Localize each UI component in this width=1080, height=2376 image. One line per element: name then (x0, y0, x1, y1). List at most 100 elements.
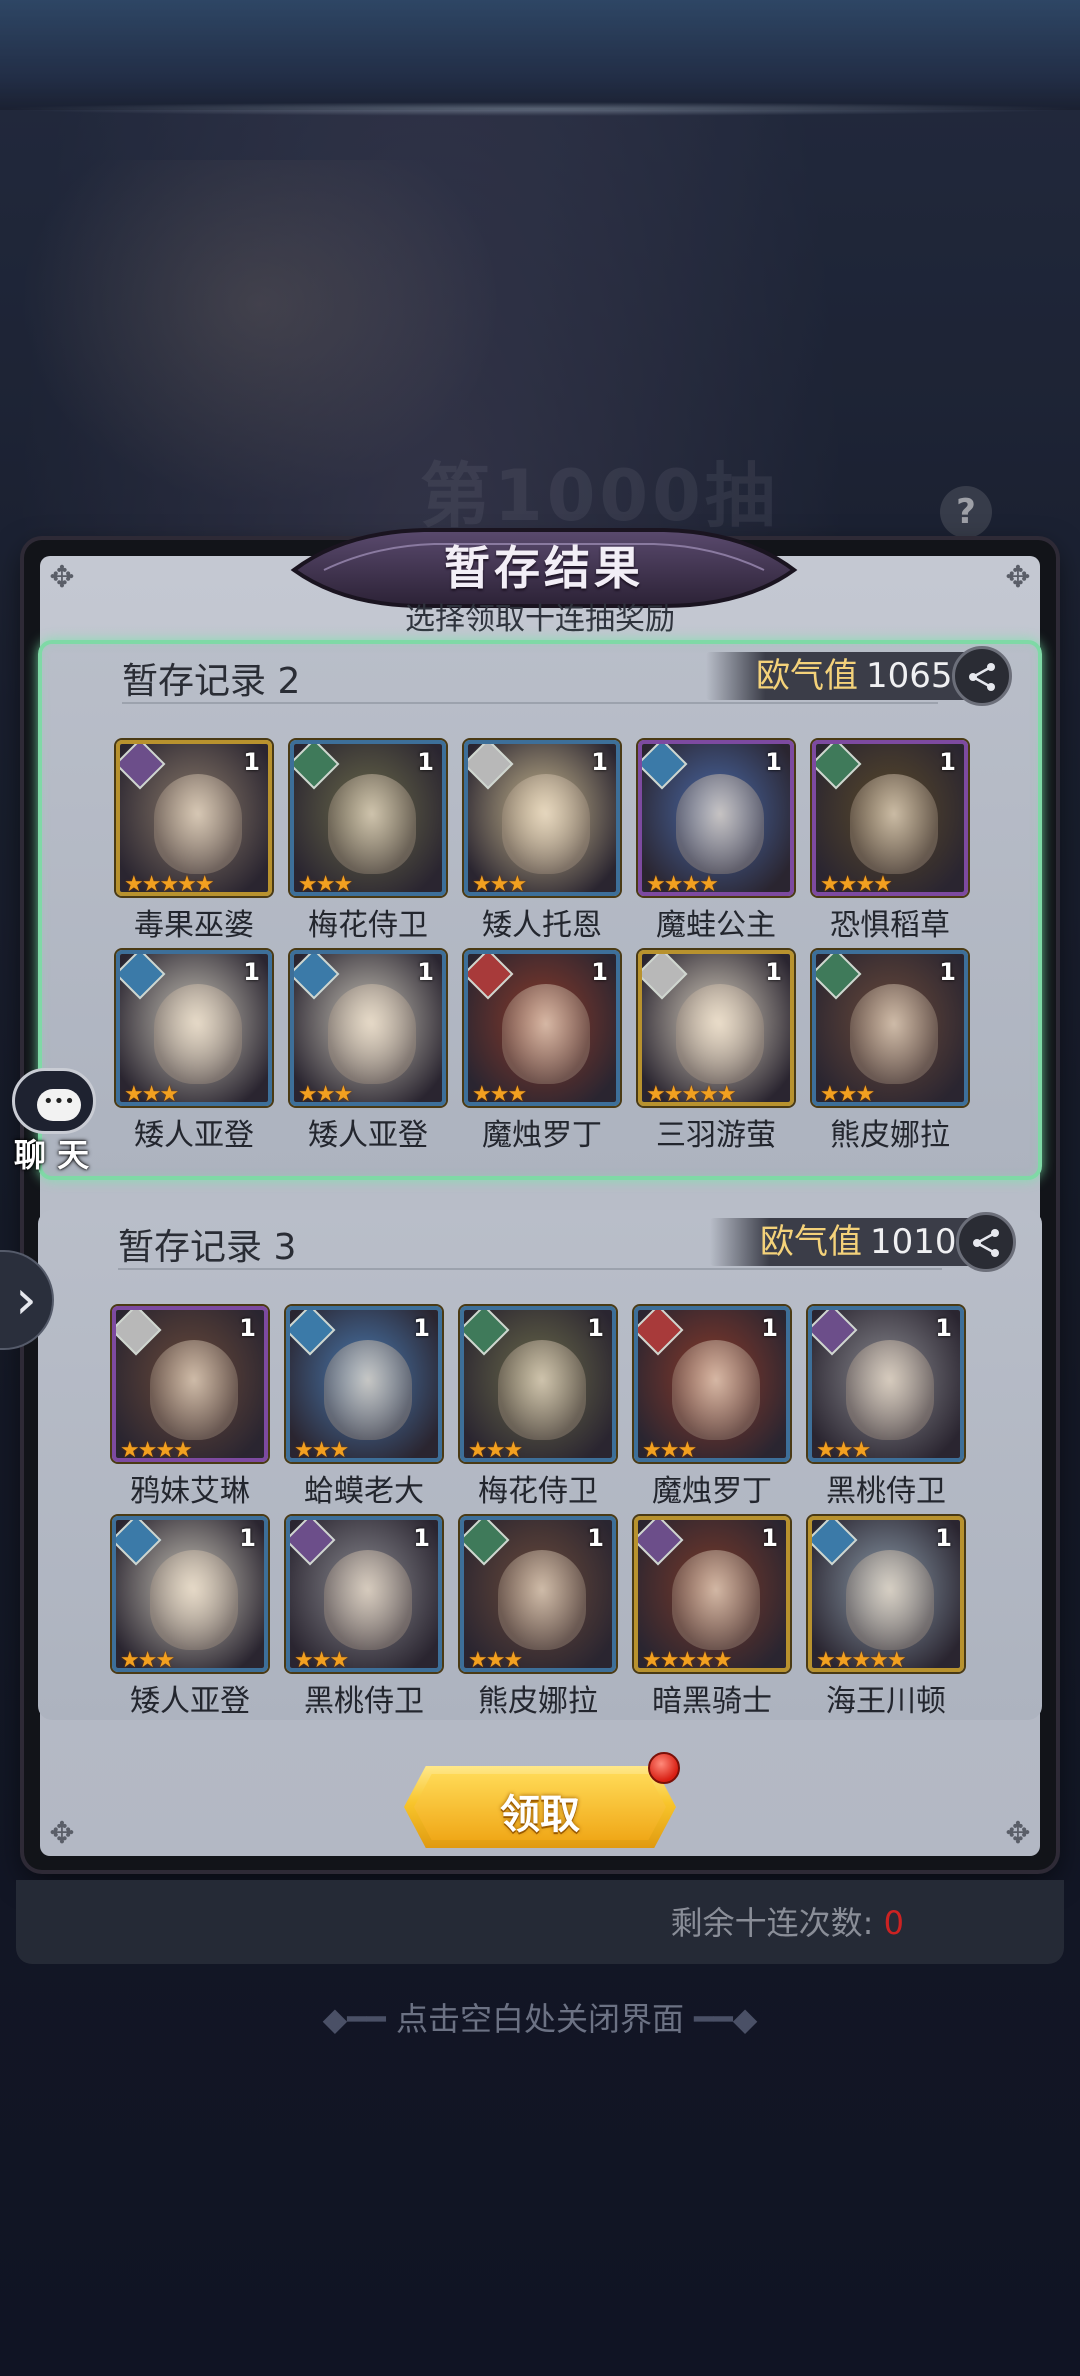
hero-face (502, 774, 590, 874)
hero-portrait: 1 ★★★ (808, 1306, 964, 1462)
hero-name: 海王川顿 (826, 1684, 946, 1719)
hero-name: 梅花侍卫 (308, 908, 428, 943)
chat-bubble (12, 1068, 96, 1134)
hero-face (498, 1550, 586, 1650)
hero-card[interactable]: 1 ★★★ 矮人托恩 (464, 740, 620, 943)
hero-card[interactable]: 1 ★★★ 矮人亚登 (290, 950, 446, 1153)
hero-portrait: 1 ★★★ (464, 740, 620, 896)
hero-face (154, 984, 242, 1084)
share-icon (973, 1229, 999, 1257)
hero-name: 熊皮娜拉 (830, 1118, 950, 1153)
chevron-right-icon: › (15, 1268, 37, 1331)
chat-button[interactable]: 聊 天 (6, 1062, 98, 1176)
hero-portrait: 1 ★★★ (634, 1306, 790, 1462)
hero-card[interactable]: 1 ★★★★★ 三羽游萤 (638, 950, 794, 1153)
hero-card[interactable]: 1 ★★★ 梅花侍卫 (290, 740, 446, 943)
claim-button-label: 领取 (500, 1791, 580, 1838)
hero-card[interactable]: 1 ★★★ 熊皮娜拉 (460, 1516, 616, 1719)
hero-portrait: 1 ★★★ (460, 1516, 616, 1672)
star-rating: ★★★ (472, 872, 527, 896)
hero-card[interactable]: 1 ★★★ 黑桃侍卫 (286, 1516, 442, 1719)
hero-name: 三羽游萤 (656, 1118, 776, 1153)
hero-card[interactable]: 1 ★★★★ 魔蛙公主 (638, 740, 794, 943)
hero-card[interactable]: 1 ★★★ 熊皮娜拉 (812, 950, 968, 1153)
hero-portrait: 1 ★★★★★ (116, 740, 272, 896)
hero-card[interactable]: 1 ★★★ 梅花侍卫 (460, 1306, 616, 1509)
star-rating: ★★★ (642, 1438, 697, 1462)
share-icon (969, 663, 995, 691)
hero-face (846, 1340, 934, 1440)
hero-portrait: 1 ★★★ (286, 1306, 442, 1462)
hero-card[interactable]: 1 ★★★ 魔烛罗丁 (634, 1306, 790, 1509)
hero-face (328, 774, 416, 874)
hero-count: 1 (243, 958, 260, 986)
star-rating: ★★★★★ (816, 1648, 907, 1672)
hero-card[interactable]: 1 ★★★ 矮人亚登 (116, 950, 272, 1153)
dialog-subtitle: 选择领取十连抽奖励 (405, 602, 675, 637)
close-hint-text: 点击空白处关闭界面 (395, 2000, 684, 2038)
hero-portrait: 1 ★★★★ (638, 740, 794, 896)
hero-face (498, 1340, 586, 1440)
corner-ornament: ✥ (1005, 1816, 1031, 1851)
hero-card[interactable]: 1 ★★★ 矮人亚登 (112, 1516, 268, 1719)
hero-count: 1 (417, 958, 434, 986)
claim-button[interactable]: 领取 (404, 1752, 680, 1848)
hero-card[interactable]: 1 ★★★ 魔烛罗丁 (464, 950, 620, 1153)
hero-face (502, 984, 590, 1084)
hero-card[interactable]: 1 ★★★ 蛤蟆老大 (286, 1306, 442, 1509)
stash-results-dialog: ✥ ✥ ✥ ✥ 暂存结果 选择领取十连抽奖励 暂存记录 2 欧气值 1065 1… (14, 510, 1066, 1890)
hero-portrait: 1 ★★★ (286, 1516, 442, 1672)
hero-face (672, 1340, 760, 1440)
hero-card[interactable]: 1 ★★★★ 恐惧稻草 (812, 740, 968, 943)
star-rating: ★★★★ (646, 872, 719, 896)
share-button[interactable] (956, 1212, 1016, 1272)
hero-card[interactable]: 1 ★★★★★ 毒果巫婆 (116, 740, 272, 943)
star-rating: ★★★★★ (642, 1648, 733, 1672)
star-rating: ★★★ (298, 872, 353, 896)
remaining-count: 剩余十连次数: 0 (671, 1898, 904, 1944)
remaining-label: 剩余十连次数: (670, 1904, 874, 1942)
dialog-title: 暂存结果 (444, 541, 644, 595)
hero-card[interactable]: 1 ★★★★ 鸦妹艾琳 (112, 1306, 268, 1509)
hero-portrait: 1 ★★★ (464, 950, 620, 1106)
star-rating: ★★★ (468, 1438, 523, 1462)
star-rating: ★★★ (472, 1082, 527, 1106)
hero-face (850, 774, 938, 874)
hero-name: 暗黑骑士 (652, 1684, 772, 1719)
hero-count: 1 (413, 1314, 430, 1342)
luck-label: 欧气值 (756, 656, 858, 696)
share-button[interactable] (952, 646, 1012, 706)
hero-count: 1 (935, 1314, 952, 1342)
star-rating: ★★★ (298, 1082, 353, 1106)
record-title: 暂存记录 3 (118, 1227, 297, 1268)
star-rating: ★★★ (124, 1082, 179, 1106)
hero-portrait: 1 ★★★★★ (638, 950, 794, 1106)
star-rating: ★★★★★ (646, 1082, 737, 1106)
hero-count: 1 (413, 1524, 430, 1552)
hero-card[interactable]: 1 ★★★★★ 暗黑骑士 (634, 1516, 790, 1719)
hero-count: 1 (939, 748, 956, 776)
hero-name: 矮人托恩 (482, 908, 602, 943)
hero-count: 1 (587, 1524, 604, 1552)
stash-record[interactable]: 暂存记录 2 欧气值 1065 1 ★★★★★ 毒果巫婆 1 ★★★ 梅花侍卫 … (38, 640, 1042, 1180)
luck-value: 1065 (866, 656, 953, 696)
hero-face (846, 1550, 934, 1650)
ornament-icon: ◆━━ (322, 2000, 396, 2038)
luck-value: 1010 (870, 1222, 957, 1262)
hero-portrait: 1 ★★★★ (812, 740, 968, 896)
hero-face (328, 984, 416, 1084)
hero-name: 矮人亚登 (308, 1118, 428, 1153)
luck-badge: 欧气值 1010 (690, 1212, 1030, 1272)
stash-record[interactable]: 暂存记录 3 欧气值 1010 1 ★★★★ 鸦妹艾琳 1 ★★★ 蛤蟆老大 1… (38, 1210, 1042, 1720)
hero-portrait: 1 ★★★ (290, 740, 446, 896)
close-hint[interactable]: ◆━━ 点击空白处关闭界面 ━━◆ (0, 1994, 1080, 2040)
star-rating: ★★★ (468, 1648, 523, 1672)
star-rating: ★★★ (120, 1648, 175, 1672)
star-rating: ★★★ (816, 1438, 871, 1462)
hero-portrait: 1 ★★★ (290, 950, 446, 1106)
corner-ornament: ✥ (49, 560, 75, 595)
hero-count: 1 (591, 748, 608, 776)
hero-count: 1 (939, 958, 956, 986)
hero-card[interactable]: 1 ★★★★★ 海王川顿 (808, 1516, 964, 1719)
hero-card[interactable]: 1 ★★★ 黑桃侍卫 (808, 1306, 964, 1509)
